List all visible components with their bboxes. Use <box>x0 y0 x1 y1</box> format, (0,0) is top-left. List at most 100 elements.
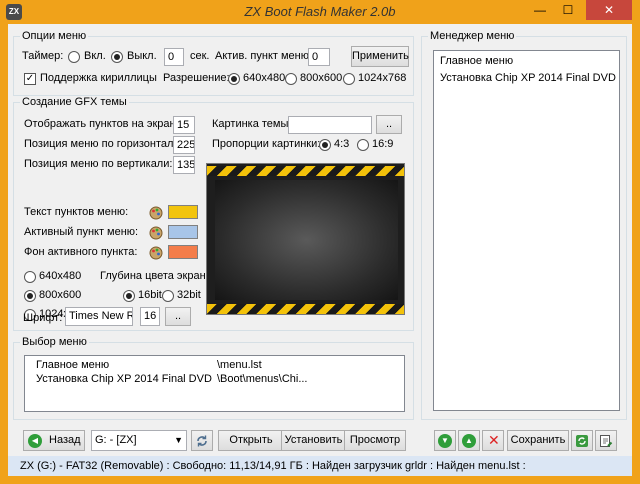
main-panel: Опции меню Таймер: Вкл. Выкл. 0 сек. Акт… <box>8 24 632 456</box>
timer-off-label: Выкл. <box>127 50 157 62</box>
table-row[interactable]: Установка Chip XP 2014 Final DVD \Boot\m… <box>25 373 404 387</box>
depth-16-label: 16bit <box>138 289 162 301</box>
menu-select-group: Выбор меню Главное меню \menu.lst Устано… <box>13 336 414 420</box>
apply-button[interactable]: Применить <box>351 46 409 67</box>
save-button[interactable]: Сохранить <box>507 430 569 451</box>
font-size-input[interactable]: 16 <box>140 307 160 326</box>
minimize-button[interactable]: — <box>526 0 554 20</box>
menu-options-title: Опции меню <box>20 30 89 42</box>
theme-image-input[interactable] <box>288 116 372 134</box>
depth-16-radio[interactable] <box>123 290 135 302</box>
font-browse-button[interactable]: .. <box>165 307 191 326</box>
depth-32-radio[interactable] <box>162 290 174 302</box>
arrow-up-icon: ▲ <box>462 434 476 448</box>
status-text: ZX (G:) - FAT32 (Removable) : Свободно: … <box>20 460 526 472</box>
table-row[interactable]: Главное меню \menu.lst <box>25 359 404 373</box>
res-800-label: 800x600 <box>300 72 343 84</box>
text-color-swatch[interactable] <box>168 205 198 219</box>
title-bar[interactable]: ZX ZX Boot Flash Maker 2.0b — ☐ ✕ <box>0 0 640 24</box>
arrow-left-icon: ◀ <box>28 434 42 448</box>
preview-top-stripe <box>207 166 404 176</box>
reload-icon <box>576 435 588 447</box>
cyrillic-checkbox[interactable]: ✓ <box>24 73 36 85</box>
menu-select-list[interactable]: Главное меню \menu.lst Установка Chip XP… <box>24 355 405 412</box>
refresh-icon <box>197 435 207 447</box>
menu-path-cell: \Boot\menus\Chi... <box>217 373 308 385</box>
install-button[interactable]: Установить <box>281 430 346 451</box>
cyrillic-label: Поддержка кириллицы <box>40 72 157 84</box>
menu-select-title: Выбор меню <box>20 336 89 348</box>
res-1024-radio[interactable] <box>343 73 355 85</box>
bg-color-label: Фон активного пункта: <box>24 246 138 258</box>
palette-icon[interactable] <box>149 246 163 260</box>
move-down-button[interactable]: ▼ <box>434 430 456 451</box>
list-item[interactable]: Установка Chip XP 2014 Final DVD <box>440 72 616 84</box>
timer-on-label: Вкл. <box>84 50 106 62</box>
bg-color-swatch[interactable] <box>168 245 198 259</box>
timer-label: Таймер: <box>22 50 64 62</box>
active-item-input[interactable]: 0 <box>308 48 330 66</box>
font-label: Шрифт: <box>23 312 63 324</box>
theme-image-browse-button[interactable]: .. <box>376 115 402 134</box>
move-up-button[interactable]: ▲ <box>458 430 480 451</box>
font-input[interactable]: Times New Rom <box>65 307 133 326</box>
pos-h-input[interactable]: 225 <box>173 136 195 154</box>
active-color-swatch[interactable] <box>168 225 198 239</box>
ratio-169-label: 16:9 <box>372 138 394 150</box>
gfx-theme-title: Создание GFX темы <box>20 96 129 108</box>
delete-icon: ✕ <box>488 432 500 448</box>
items-on-screen-label: Отображать пунктов на экране: <box>24 118 185 130</box>
menu-name-cell: Установка Chip XP 2014 Final DVD <box>36 373 212 385</box>
menu-manager-group: Менеджер меню Главное меню Установка Chi… <box>421 30 627 420</box>
ratio-label: Пропорции картинки: <box>212 138 321 150</box>
open-button[interactable]: Открыть <box>218 430 284 451</box>
res-640-radio[interactable] <box>228 73 240 85</box>
depth-32-label: 32bit <box>177 289 201 301</box>
menu-manager-list[interactable]: Главное меню Установка Chip XP 2014 Fina… <box>433 50 620 411</box>
ratio-169-radio[interactable] <box>357 139 369 151</box>
pos-v-input[interactable]: 135 <box>173 156 195 174</box>
ratio-43-label: 4:3 <box>334 138 350 150</box>
edit-button[interactable] <box>595 430 617 451</box>
palette-icon[interactable] <box>149 206 163 220</box>
ratio-43-radio[interactable] <box>319 139 331 151</box>
gfx-res-800-label: 800x600 <box>39 289 82 301</box>
list-item[interactable]: Главное меню <box>440 55 513 67</box>
reload-button[interactable] <box>571 430 593 451</box>
res-640-label: 640x480 <box>243 72 286 84</box>
back-button-label: Назад <box>49 434 81 446</box>
text-color-label: Текст пунктов меню: <box>24 206 129 218</box>
gfx-res-800-radio[interactable] <box>24 290 36 302</box>
close-button[interactable]: ✕ <box>586 0 632 20</box>
preview-bottom-stripe <box>207 304 404 314</box>
preview-metal-plate <box>215 180 398 300</box>
maximize-button[interactable]: ☐ <box>554 0 582 20</box>
timer-input[interactable]: 0 <box>164 48 184 66</box>
res-800-radio[interactable] <box>285 73 297 85</box>
delete-button[interactable]: ✕ <box>482 430 504 451</box>
arrow-down-icon: ▼ <box>438 434 452 448</box>
theme-preview-image <box>206 163 405 315</box>
menu-path-cell: \menu.lst <box>217 359 262 371</box>
gfx-res-640-radio[interactable] <box>24 271 36 283</box>
active-color-label: Активный пункт меню: <box>24 226 139 238</box>
pos-h-label: Позиция меню по горизонтали: <box>24 138 183 150</box>
palette-icon[interactable] <box>149 226 163 240</box>
refresh-button[interactable] <box>191 430 213 451</box>
theme-image-label: Картинка темы: <box>212 118 292 130</box>
drive-select[interactable]: G: - [ZX] ▼ <box>91 430 187 451</box>
seconds-label: сек. <box>190 50 210 62</box>
timer-off-radio[interactable] <box>111 51 123 63</box>
active-item-label: Актив. пункт меню: <box>215 50 313 62</box>
timer-on-radio[interactable] <box>68 51 80 63</box>
resolution-label: Разрешение: <box>163 72 230 84</box>
res-1024-label: 1024x768 <box>358 72 407 84</box>
status-bar: ZX (G:) - FAT32 (Removable) : Свободно: … <box>8 456 632 476</box>
view-button[interactable]: Просмотр <box>344 430 406 451</box>
menu-name-cell: Главное меню <box>36 359 110 371</box>
items-on-screen-input[interactable]: 15 <box>173 116 195 134</box>
menu-options-group: Опции меню Таймер: Вкл. Выкл. 0 сек. Акт… <box>13 30 414 96</box>
app-window: ZX ZX Boot Flash Maker 2.0b — ☐ ✕ Опции … <box>0 0 640 484</box>
back-button[interactable]: ◀ Назад <box>23 430 85 451</box>
menu-manager-title: Менеджер меню <box>428 30 517 42</box>
